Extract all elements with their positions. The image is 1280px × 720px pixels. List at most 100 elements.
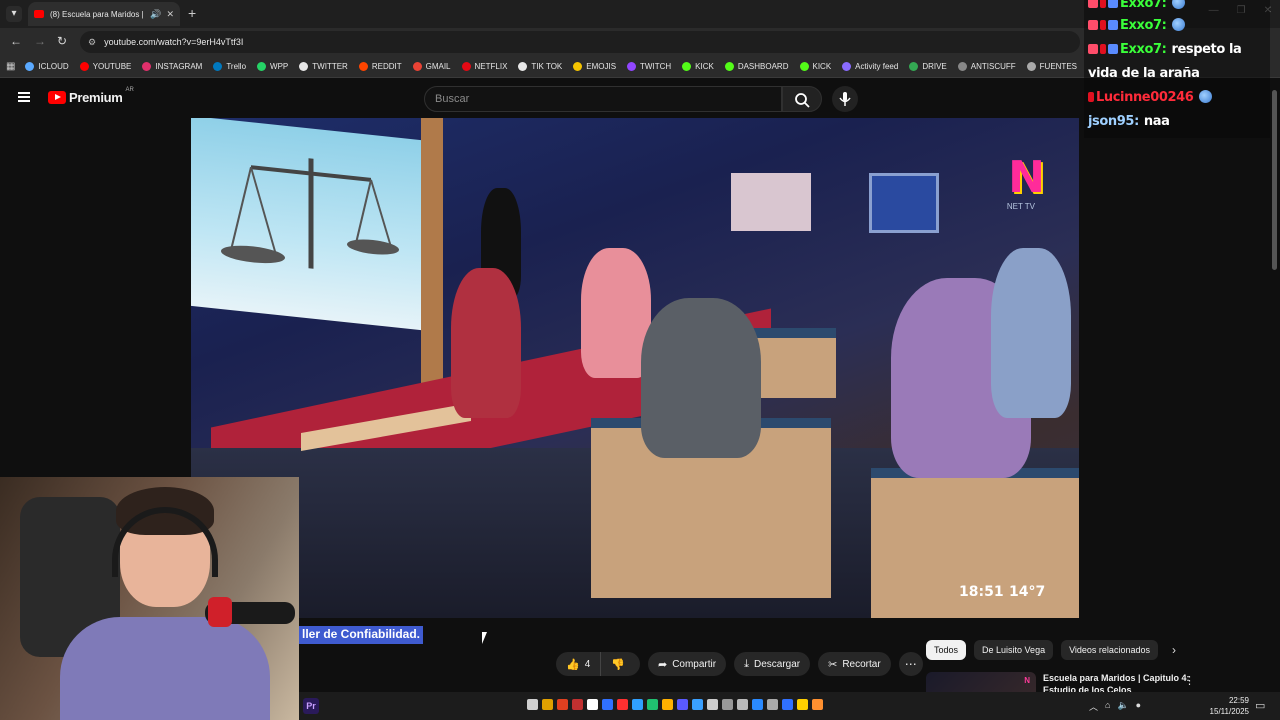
download-button[interactable]: ⤓ Descargar (734, 652, 811, 676)
voice-search-button[interactable] (832, 86, 858, 112)
bookmark-favicon-icon (909, 62, 919, 71)
taskbar-app-icon[interactable] (557, 699, 568, 710)
more-actions-icon[interactable]: ⋯ (898, 652, 923, 676)
bookmark-item[interactable]: TIK TOK (518, 62, 562, 71)
bookmark-item[interactable]: KICK (682, 62, 714, 71)
url-text: youtube.com/watch?v=9erH4vTtf3I (104, 37, 244, 47)
youtube-logo[interactable]: Premium AR (48, 87, 134, 105)
taskbar-clock[interactable]: 22:59 15/11/2025 (1199, 695, 1249, 717)
video-overlay-temperature: 14°7 (1009, 584, 1046, 600)
bookmark-item[interactable]: TWITCH (627, 62, 671, 71)
bookmark-item[interactable]: GMAIL (412, 62, 451, 71)
taskbar-app-icon[interactable] (587, 699, 598, 710)
taskbar-app-icon[interactable] (632, 699, 643, 710)
chevron-right-icon[interactable]: › (1172, 643, 1176, 657)
bookmark-item[interactable]: NETFLIX (461, 62, 508, 71)
bookmark-label: KICK (812, 62, 832, 71)
taskbar-app-icon[interactable] (707, 699, 718, 710)
bookmark-favicon-icon (25, 62, 35, 71)
tray-chevron-icon[interactable]: ︿ (1089, 700, 1098, 713)
like-button[interactable]: 👍 4 (556, 652, 602, 676)
taskbar-app-icon[interactable] (602, 699, 613, 710)
dislike-button[interactable]: 👎 (601, 652, 640, 676)
bookmark-favicon-icon (724, 62, 734, 71)
url-field[interactable]: ⚙ youtube.com/watch?v=9erH4vTtf3I (80, 31, 1080, 53)
taskbar-app-icon[interactable] (662, 699, 673, 710)
bookmark-item[interactable]: TWITTER (299, 62, 348, 71)
wall-picture (731, 173, 811, 231)
taskbar-app-icon[interactable] (752, 699, 763, 710)
notifications-icon[interactable]: ▭ (1255, 699, 1265, 712)
chip-all[interactable]: Todos (926, 640, 967, 660)
bookmark-item[interactable]: EMOJIS (573, 62, 616, 71)
premiere-pro-icon[interactable]: Pr (303, 698, 319, 714)
tab-search-icon[interactable]: ▾ (6, 6, 22, 22)
selected-video-title-text[interactable]: ller de Confiabilidad. (299, 626, 424, 644)
taskbar-app-icon[interactable] (647, 699, 658, 710)
chat-username[interactable]: json95: (1088, 114, 1139, 129)
forward-arrow-icon[interactable]: → (34, 34, 46, 48)
browser-tab[interactable]: (8) Escuela para Maridos | C 🔊 ✕ (28, 2, 180, 26)
reload-icon[interactable]: ↻ (57, 34, 67, 48)
chat-username[interactable]: Exxo7: (1120, 42, 1167, 57)
taskbar-app-icon[interactable] (737, 699, 748, 710)
bookmark-item[interactable]: DASHBOARD (724, 62, 789, 71)
bookmark-item[interactable]: Activity feed (842, 62, 898, 71)
bookmark-item[interactable]: KICK (799, 62, 832, 71)
video-player[interactable]: N NET TV 18:51 14°7 (191, 118, 1079, 618)
close-tab-icon[interactable]: ✕ (166, 9, 174, 20)
taskbar-app-icon[interactable] (572, 699, 583, 710)
search-input[interactable]: Buscar (424, 86, 782, 112)
taskbar-app-icon[interactable] (692, 699, 703, 710)
taskbar-app-icon[interactable] (722, 699, 733, 710)
back-arrow-icon[interactable]: ← (10, 34, 22, 48)
clip-label: Recortar (842, 658, 881, 670)
taskbar-app-icon[interactable] (677, 699, 688, 710)
search-button[interactable] (782, 86, 822, 112)
bookmark-item[interactable]: WPP (257, 62, 288, 71)
bookmark-label: NETFLIX (474, 62, 508, 71)
audience-figure (641, 298, 761, 458)
bookmark-label: ICLOUD (38, 62, 69, 71)
bookmark-item[interactable]: DRIVE (909, 62, 947, 71)
red-badge-icon (1088, 92, 1094, 102)
clip-button[interactable]: ✂ Recortar (818, 652, 891, 676)
chat-username[interactable]: Lucinne00246 (1096, 90, 1194, 105)
taskbar-app-icon[interactable] (812, 699, 823, 710)
taskbar-app-icon[interactable] (542, 699, 553, 710)
chat-message: Exxo7: respeto la (1088, 42, 1242, 57)
bookmark-item[interactable]: FUENTES (1026, 62, 1077, 71)
bookmark-item[interactable]: REDDIT (358, 62, 402, 71)
youtube-logo-text: Premium (69, 90, 123, 105)
share-button[interactable]: ➦ Compartir (647, 652, 727, 676)
microphone-icon (839, 92, 851, 106)
mic-tray-icon[interactable]: ● (1136, 700, 1141, 713)
share-arrow-icon: ➦ (657, 658, 668, 671)
page-scrollbar[interactable] (1272, 90, 1277, 270)
bookmark-item[interactable]: ICLOUD (25, 62, 69, 71)
chip-from-channel[interactable]: De Luisito Vega (974, 640, 1054, 660)
chat-username[interactable]: Exxo7: (1120, 0, 1167, 11)
chat-username[interactable]: Exxo7: (1120, 18, 1167, 33)
bookmark-item[interactable]: ANTISCUFF (957, 62, 1016, 71)
apps-grid-icon[interactable]: ▦ (6, 61, 15, 72)
taskbar-app-icon[interactable] (617, 699, 628, 710)
taskbar-app-icon[interactable] (767, 699, 778, 710)
share-label: Compartir (672, 658, 717, 670)
new-tab-icon[interactable]: + (188, 5, 196, 21)
site-info-icon[interactable]: ⚙ (88, 37, 96, 48)
bookmark-item[interactable]: Trello (213, 62, 246, 71)
taskbar-app-icon[interactable] (782, 699, 793, 710)
bookmark-item[interactable]: INSTAGRAM (142, 62, 202, 71)
network-icon[interactable]: ⌂ (1105, 700, 1110, 713)
stream-chat-overlay: Exxo7: Exxo7: Exxo7: respeto la vida de la a… (1084, 0, 1270, 138)
bookmark-item[interactable]: YOUTUBE (79, 62, 131, 71)
related-video-menu-icon[interactable]: ⋮ (1184, 674, 1195, 687)
taskbar-app-icon[interactable] (797, 699, 808, 710)
red-badge-icon (1100, 0, 1106, 8)
taskbar-app-icon[interactable] (527, 699, 538, 710)
menu-hamburger-icon[interactable] (18, 92, 30, 102)
chip-related[interactable]: Videos relacionados (1061, 640, 1158, 660)
audio-playing-icon[interactable]: 🔊 (150, 9, 161, 20)
volume-icon[interactable]: 🔈 (1117, 700, 1128, 713)
